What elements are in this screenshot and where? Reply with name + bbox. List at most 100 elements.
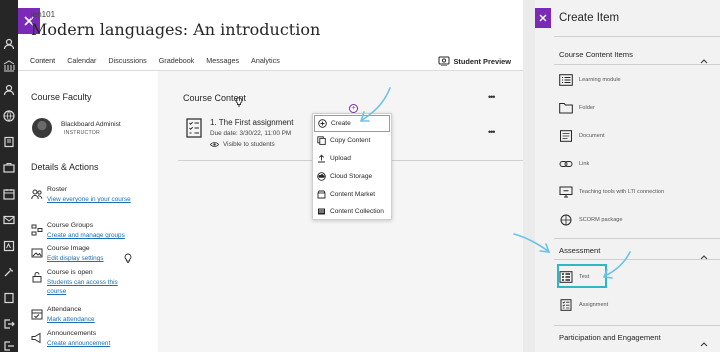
- title-divider: [554, 36, 720, 37]
- create-panel-title: Create Item: [559, 12, 620, 24]
- chevron-up-icon[interactable]: [700, 51, 710, 64]
- image-icon: [31, 246, 43, 258]
- module-icon: [559, 74, 573, 86]
- assignment-due-date: Due date: 3/30/22, 11:00 PM: [210, 130, 292, 137]
- create-item-link[interactable]: Link: [559, 155, 589, 173]
- visibility-label: Visible to students: [223, 141, 275, 148]
- faculty-heading: Course Faculty: [31, 92, 92, 102]
- section-assessment[interactable]: Assessment: [559, 246, 600, 255]
- courses-icon[interactable]: [3, 136, 15, 148]
- detail-title: Roster: [47, 186, 68, 193]
- content-more-button[interactable]: •••: [488, 92, 496, 102]
- lightbulb-icon: [235, 94, 243, 107]
- create-item-scorm[interactable]: SCORM package: [559, 211, 623, 229]
- avatar-icon[interactable]: [3, 38, 15, 50]
- menu-item-label: Upload: [330, 155, 351, 162]
- megaphone-icon: [31, 331, 43, 344]
- detail-link[interactable]: Students can access this course: [47, 278, 137, 296]
- organizations-icon[interactable]: [3, 162, 15, 174]
- faculty-name[interactable]: Blackboard Administ: [61, 121, 121, 128]
- section-divider: [554, 238, 720, 239]
- eye-icon: [210, 142, 219, 147]
- menu-item-cloud-storage[interactable]: Cloud Storage: [313, 168, 391, 185]
- create-item-document[interactable]: Document: [559, 127, 605, 145]
- section-divider: [554, 325, 720, 326]
- menu-item-label: Content Market: [330, 191, 376, 198]
- institution-icon[interactable]: [3, 60, 15, 72]
- assignment-title[interactable]: 1. The First assignment: [210, 118, 293, 127]
- detail-link[interactable]: Create announcement: [47, 339, 137, 348]
- create-item-label: Teaching tools with LTI connection: [579, 189, 665, 195]
- close-create-panel-button[interactable]: [535, 8, 551, 28]
- detail-title: Course Groups: [47, 222, 94, 229]
- tools-icon[interactable]: [3, 266, 15, 278]
- create-item-lti-tool[interactable]: Teaching tools with LTI connection: [559, 183, 664, 201]
- detail-link[interactable]: Mark attendance: [47, 315, 137, 324]
- details-heading: Details & Actions: [31, 162, 99, 172]
- create-item-learning-module[interactable]: Learning module: [559, 71, 621, 89]
- course-id: jen101: [31, 10, 56, 19]
- upload-icon: [318, 154, 325, 163]
- section-divider: [554, 64, 720, 65]
- menu-item-copy-content[interactable]: Copy Content: [313, 132, 391, 149]
- detail-link[interactable]: Create and manage groups: [47, 231, 137, 240]
- help-icon[interactable]: [3, 292, 15, 304]
- create-item-label: Document: [579, 133, 605, 139]
- create-item-label: Assignment: [579, 302, 609, 308]
- assignment-visibility[interactable]: Visible to students: [210, 141, 275, 148]
- copy-icon: [317, 136, 326, 145]
- course-title: Modern languages: An introduction: [31, 20, 321, 39]
- menu-item-label: Cloud Storage: [330, 173, 373, 180]
- cloud-icon: [317, 172, 326, 181]
- detail-title: Announcements: [47, 330, 97, 337]
- menu-item-content-collection[interactable]: Content Collection: [313, 203, 391, 220]
- document-icon: [559, 130, 573, 142]
- menu-item-content-market[interactable]: Content Market: [313, 186, 391, 203]
- create-item-assignment[interactable]: Assignment: [559, 296, 608, 314]
- sign-out-icon[interactable]: [3, 318, 15, 330]
- image-visibility-icon[interactable]: [123, 250, 133, 263]
- assignment-more-button[interactable]: •••: [488, 127, 496, 137]
- section-course-content-items[interactable]: Course Content Items: [559, 50, 633, 59]
- section-divider: [554, 259, 720, 260]
- sign-out-icon-2[interactable]: [3, 340, 15, 352]
- chevron-up-icon[interactable]: [700, 247, 710, 260]
- collection-icon: [318, 208, 325, 215]
- market-icon: [317, 190, 326, 199]
- course-panel: jen101 Modern languages: An introduction…: [18, 0, 523, 352]
- add-content-plus-icon[interactable]: +: [349, 104, 358, 113]
- menu-item-label: Create: [331, 120, 351, 127]
- create-item-folder[interactable]: Folder: [559, 99, 595, 117]
- profile-icon[interactable]: [3, 84, 15, 96]
- people-icon: [31, 187, 43, 200]
- detail-title: Attendance: [47, 306, 82, 313]
- menu-item-label: Copy Content: [330, 137, 371, 144]
- activity-icon[interactable]: [3, 110, 15, 122]
- create-item-label: Folder: [579, 105, 595, 111]
- detail-title: Course is open: [47, 269, 93, 276]
- menu-item-label: Content Collection: [330, 208, 384, 215]
- lti-icon: [559, 186, 573, 198]
- assignment-icon: [559, 299, 573, 311]
- student-preview-label: Student Preview: [453, 56, 512, 66]
- faculty-avatar: [32, 118, 52, 138]
- faculty-role: Instructor: [64, 130, 100, 136]
- grades-icon[interactable]: [3, 240, 15, 252]
- create-item-label: SCORM package: [579, 217, 623, 223]
- menu-item-create[interactable]: Create: [314, 115, 390, 132]
- plus-circle-icon: [318, 119, 327, 128]
- chevron-up-icon[interactable]: [700, 334, 710, 347]
- section-participation[interactable]: Participation and Engagement: [559, 333, 661, 342]
- close-icon: [539, 14, 547, 22]
- create-item-label: Link: [579, 161, 590, 167]
- menu-item-upload[interactable]: Upload: [313, 150, 391, 167]
- create-item-panel: Create Item Course Content Items Learnin…: [535, 0, 720, 352]
- create-item-label: Learning module: [579, 77, 621, 83]
- detail-link[interactable]: View everyone in your course: [47, 195, 137, 204]
- lock-open-icon: [31, 270, 43, 283]
- student-preview-button[interactable]: Student Preview: [438, 56, 512, 66]
- folder-icon: [559, 102, 573, 114]
- link-icon: [559, 158, 573, 170]
- calendar-icon[interactable]: [3, 188, 15, 200]
- messages-icon[interactable]: [3, 214, 15, 226]
